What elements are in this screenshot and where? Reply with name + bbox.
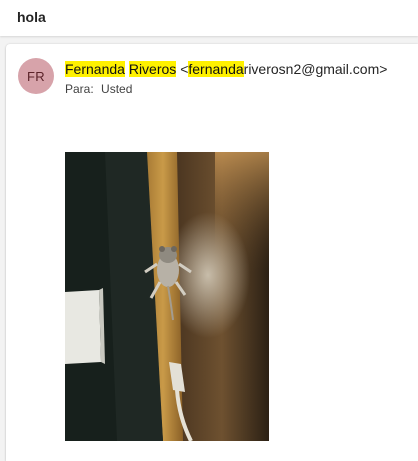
sender-email-rest[interactable]: riverosn2@gmail.com (244, 61, 380, 77)
recipient-line: Para: Usted (65, 82, 132, 96)
sender-first-name[interactable]: Fernanda (65, 61, 125, 77)
message-card: FR Fernanda Riveros <fernandariverosn2@g… (6, 44, 418, 461)
avatar-initials: FR (27, 68, 45, 84)
sender-line: Fernanda Riveros <fernandariverosn2@gmai… (65, 61, 387, 77)
attached-photo[interactable] (65, 152, 269, 441)
recipient-value[interactable]: Usted (101, 82, 132, 96)
subject-bar: hola (0, 0, 418, 36)
email-subject: hola (17, 9, 46, 25)
sender-email-highlight[interactable]: fernanda (188, 61, 244, 77)
sender-last-name[interactable]: Riveros (128, 61, 177, 77)
to-label: Para: (65, 82, 94, 96)
sender-avatar[interactable]: FR (18, 58, 54, 94)
photo-illustration (65, 152, 269, 441)
email-close-bracket: > (379, 61, 388, 77)
